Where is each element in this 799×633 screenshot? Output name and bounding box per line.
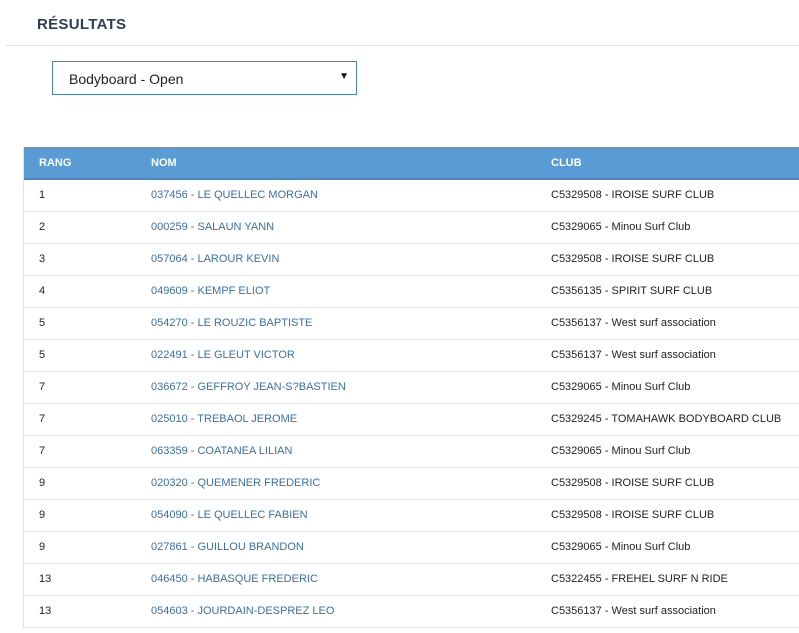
- category-select-value: Bodyboard - Open: [69, 71, 184, 87]
- rank-cell: 2: [39, 221, 46, 233]
- category-select[interactable]: Bodyboard - Open ▼: [52, 61, 357, 95]
- club-cell: C5329065 - Minou Surf Club: [551, 381, 691, 393]
- athlete-link[interactable]: 025010 - TREBAOL JEROME: [151, 413, 297, 425]
- name-cell: 054090 - LE QUELLEC FABIEN: [136, 499, 536, 531]
- rank-cell: 9: [39, 477, 46, 489]
- club-cell: C5329508 - IROISE SURF CLUB: [551, 253, 715, 265]
- athlete-link[interactable]: 054270 - LE ROUZIC BAPTISTE: [151, 317, 312, 329]
- results-table: RANG NOM CLUB 1 037456 - LE QUELLEC MORGA…: [24, 147, 799, 628]
- rank-cell: 7: [39, 445, 46, 457]
- page-title: RÉSULTATS: [37, 16, 127, 33]
- athlete-link[interactable]: 022491 - LE GLEUT VICTOR: [151, 349, 295, 361]
- athlete-link[interactable]: 036672 - GEFFROY JEAN-S?BASTIEN: [151, 381, 346, 393]
- table-row: 13 054603 - JOURDAIN-DESPREZ LEO C5356137 …: [24, 595, 799, 627]
- name-cell: 025010 - TREBAOL JEROME: [136, 403, 536, 435]
- column-header-club[interactable]: CLUB: [536, 147, 799, 180]
- rank-cell: 3: [39, 253, 46, 265]
- athlete-link[interactable]: 057064 - LAROUR KEVIN: [151, 253, 279, 265]
- name-cell: 037456 - LE QUELLEC MORGAN: [136, 179, 536, 211]
- table-row: 7 025010 - TREBAOL JEROME C5329245 - TOMAH…: [24, 403, 799, 435]
- table-row: 5 022491 - LE GLEUT VICTOR C5356137 - West…: [24, 339, 799, 371]
- club-cell: C5329065 - Minou Surf Club: [551, 445, 691, 457]
- table-row: 1 037456 - LE QUELLEC MORGAN C5329508 - IR…: [24, 179, 799, 211]
- athlete-link[interactable]: 037456 - LE QUELLEC MORGAN: [151, 189, 318, 201]
- rank-cell: 5: [39, 317, 46, 329]
- club-cell: C5329245 - TOMAHAWK BODYBOARD CLUB: [551, 413, 782, 425]
- results-table-container: RANG NOM CLUB 1 037456 - LE QUELLEC MORGA…: [23, 147, 799, 628]
- rank-cell: 7: [39, 413, 46, 425]
- column-header-nom[interactable]: NOM: [136, 147, 536, 180]
- club-cell: C5329508 - IROISE SURF CLUB: [551, 189, 715, 202]
- name-cell: 057064 - LAROUR KEVIN: [136, 243, 536, 275]
- athlete-link[interactable]: 000259 - SALAUN YANN: [151, 221, 274, 233]
- rank-cell: 13: [39, 573, 52, 585]
- rank-cell: 4: [39, 285, 46, 297]
- table-row: 9 020320 - QUEMENER FREDERIC C5329508 - IR…: [24, 467, 799, 499]
- name-cell: 027861 - GUILLOU BRANDON: [136, 531, 536, 563]
- club-cell: C5329065 - Minou Surf Club: [551, 221, 691, 233]
- page-header: RÉSULTATS: [6, 0, 799, 46]
- club-cell: C5356135 - SPIRIT SURF CLUB: [551, 285, 713, 297]
- name-cell: 022491 - LE GLEUT VICTOR: [136, 339, 536, 371]
- name-cell: 020320 - QUEMENER FREDERIC: [136, 467, 536, 499]
- table-row: 5 054270 - LE ROUZIC BAPTISTE C5356137 - W…: [24, 307, 799, 339]
- rank-cell: 1: [39, 189, 46, 202]
- table-row: 3 057064 - LAROUR KEVIN C5329508 - IROISE …: [24, 243, 799, 275]
- table-header-row: RANG NOM CLUB: [24, 147, 799, 180]
- club-cell: C5329508 - IROISE SURF CLUB: [551, 477, 715, 489]
- athlete-link[interactable]: 020320 - QUEMENER FREDERIC: [151, 477, 320, 489]
- club-cell: C5329508 - IROISE SURF CLUB: [551, 509, 715, 521]
- athlete-link[interactable]: 054603 - JOURDAIN-DESPREZ LEO: [151, 605, 334, 617]
- club-cell: C5329065 - Minou Surf Club: [551, 541, 691, 553]
- athlete-link[interactable]: 027861 - GUILLOU BRANDON: [151, 541, 304, 553]
- caret-down-icon: ▼: [339, 71, 349, 82]
- club-cell: C5356137 - West surf association: [551, 349, 716, 361]
- table-row: 4 049609 - KEMPF ELIOT C5356135 - SPIRIT S…: [24, 275, 799, 307]
- athlete-link[interactable]: 063359 - COATANEA LILIAN: [151, 445, 292, 457]
- name-cell: 000259 - SALAUN YANN: [136, 211, 536, 243]
- column-header-rang[interactable]: RANG: [24, 147, 136, 180]
- athlete-link[interactable]: 054090 - LE QUELLEC FABIEN: [151, 509, 308, 521]
- rank-cell: 9: [39, 509, 46, 521]
- rank-cell: 7: [39, 381, 46, 393]
- club-cell: C5322455 - FREHEL SURF N RIDE: [551, 573, 728, 585]
- name-cell: 036672 - GEFFROY JEAN-S?BASTIEN: [136, 371, 536, 403]
- table-row: 7 063359 - COATANEA LILIAN C5329065 - Mino…: [24, 435, 799, 467]
- club-cell: C5356137 - West surf association: [551, 317, 716, 329]
- athlete-link[interactable]: 046450 - HABASQUE FREDERIC: [151, 573, 318, 585]
- rank-cell: 5: [39, 349, 46, 361]
- athlete-link[interactable]: 049609 - KEMPF ELIOT: [151, 285, 270, 297]
- table-row: 13 046450 - HABASQUE FREDERIC C5322455 - F…: [24, 563, 799, 595]
- table-row: 7 036672 - GEFFROY JEAN-S?BASTIEN C5329065…: [24, 371, 799, 403]
- club-cell: C5356137 - West surf association: [551, 605, 716, 617]
- name-cell: 063359 - COATANEA LILIAN: [136, 435, 536, 467]
- name-cell: 046450 - HABASQUE FREDERIC: [136, 563, 536, 595]
- rank-cell: 9: [39, 541, 46, 553]
- table-row: 9 027861 - GUILLOU BRANDON C5329065 - Mino…: [24, 531, 799, 563]
- name-cell: 054270 - LE ROUZIC BAPTISTE: [136, 307, 536, 339]
- table-row: 2 000259 - SALAUN YANN C5329065 - Minou Su…: [24, 211, 799, 243]
- name-cell: 054603 - JOURDAIN-DESPREZ LEO: [136, 595, 536, 627]
- rank-cell: 13: [39, 605, 52, 617]
- name-cell: 049609 - KEMPF ELIOT: [136, 275, 536, 307]
- table-row: 9 054090 - LE QUELLEC FABIEN C5329508 - IR…: [24, 499, 799, 531]
